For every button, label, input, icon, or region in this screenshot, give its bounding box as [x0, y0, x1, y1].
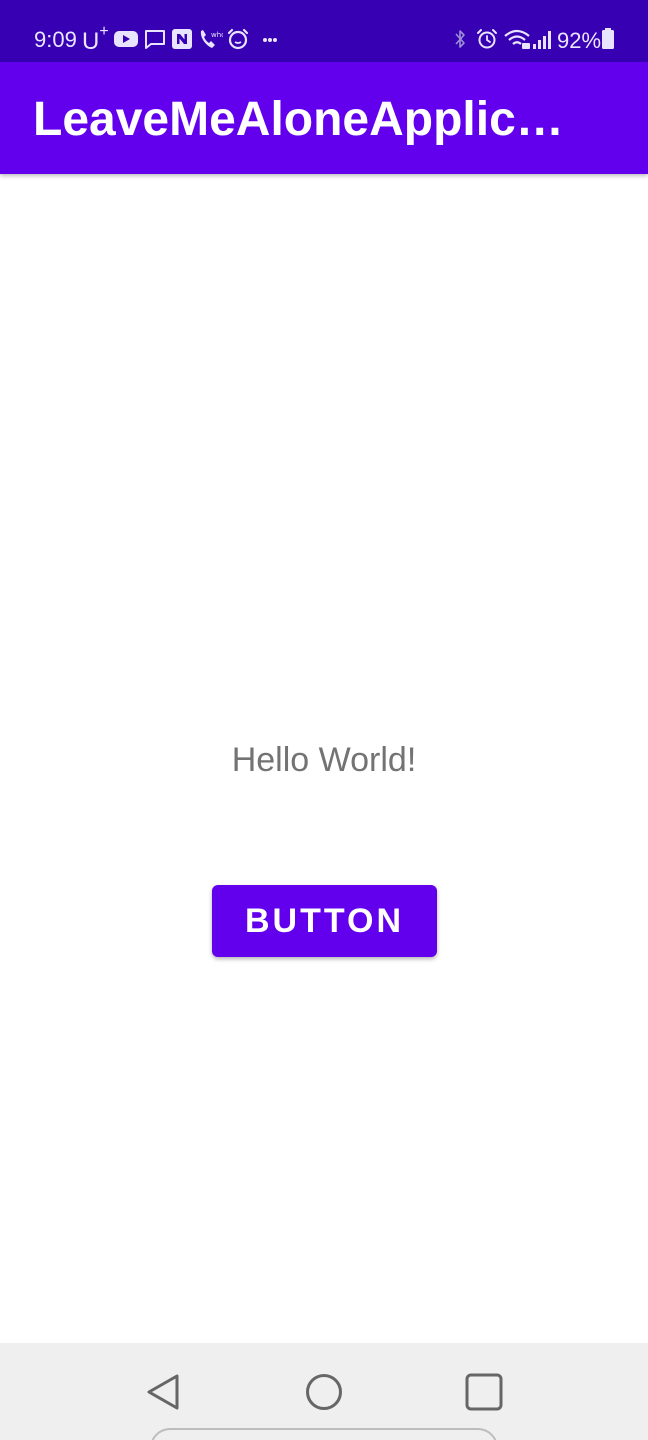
naver-icon: [172, 29, 192, 49]
gesture-pill: [150, 1428, 498, 1440]
carrier-name: U: [82, 28, 100, 55]
navigation-bar: [0, 1343, 648, 1440]
home-icon[interactable]: [302, 1371, 346, 1415]
recents-icon[interactable]: [462, 1371, 506, 1415]
battery-percent: 92%: [557, 28, 602, 53]
svg-text:who: who: [211, 31, 223, 39]
signal-icon: [533, 31, 551, 49]
alarm-app-icon: [227, 28, 249, 50]
bluetooth-icon: [455, 30, 465, 48]
wifi-icon: [504, 29, 530, 49]
status-bar: 9:09 U+ who: [0, 0, 648, 62]
app-bar: LeaveMeAloneApplic…: [0, 62, 648, 174]
status-carrier: U+: [82, 22, 109, 56]
status-time: 9:09: [34, 27, 77, 52]
hello-world-text: Hello World!: [231, 741, 417, 779]
back-icon[interactable]: [142, 1371, 186, 1415]
whowho-call-icon: who: [200, 30, 223, 48]
main-button[interactable]: BUTTON: [212, 885, 437, 957]
alarm-icon: [477, 29, 497, 49]
carrier-plus: +: [99, 23, 109, 40]
app-title: LeaveMeAloneApplic…: [33, 93, 564, 146]
youtube-icon: [114, 31, 138, 47]
screen: 9:09 U+ who: [0, 0, 648, 1440]
message-icon: [145, 30, 165, 49]
more-notifications-icon: [263, 38, 277, 42]
battery-icon: [602, 28, 614, 49]
